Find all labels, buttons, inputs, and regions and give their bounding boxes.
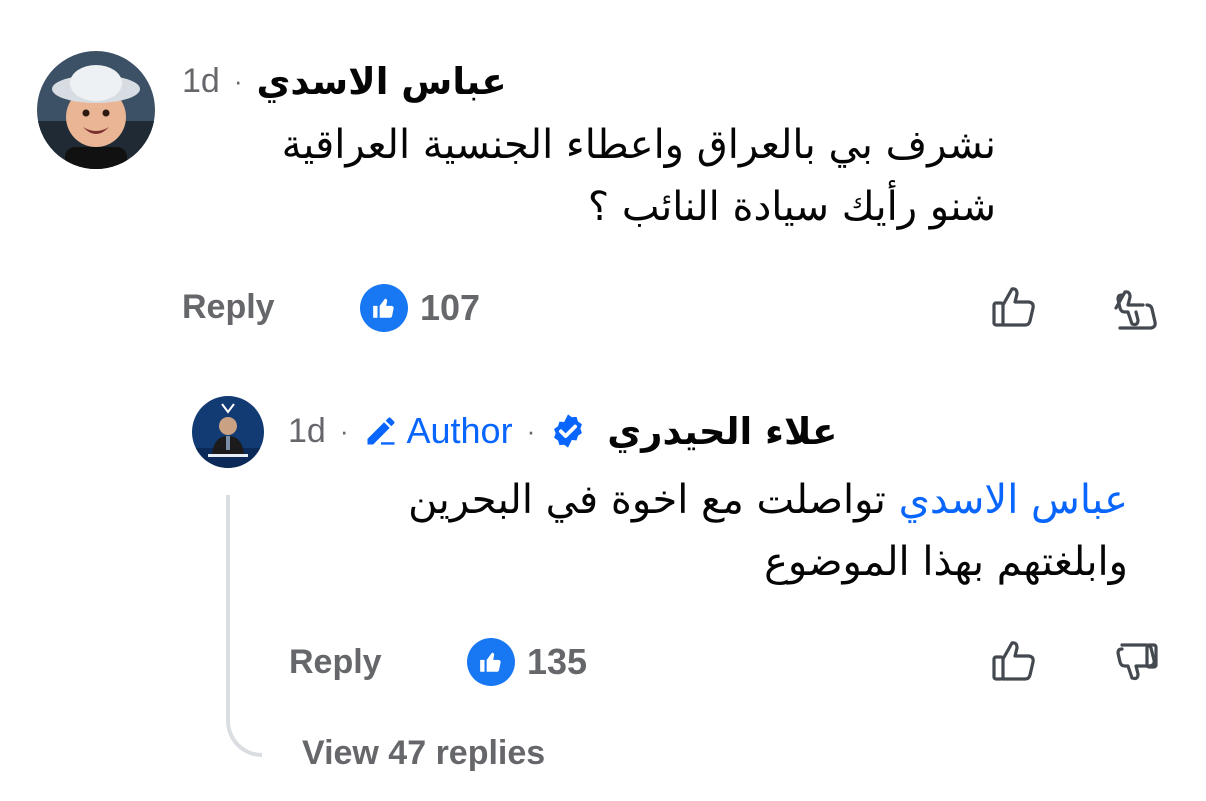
verified-badge-icon [549, 412, 587, 450]
reply-line-1-text: تواصلت مع اخوة في البحرين [408, 477, 899, 523]
like-reaction-icon [360, 284, 408, 332]
reply-author-name[interactable]: علاء الحيدري [607, 410, 837, 453]
comment-time: 1d [182, 61, 220, 100]
thumbs-down-icon[interactable] [1112, 286, 1160, 338]
reply-line-1: عباس الاسدي تواصلت مع اخوة في البحرين [408, 469, 1128, 531]
mention-link[interactable]: عباس الاسدي [899, 477, 1128, 523]
like-summary[interactable]: 107 [360, 284, 480, 332]
comment-line-2: شنو رأيك سيادة النائب ؟ [587, 184, 996, 230]
author-badge: Author [363, 410, 513, 452]
separator-dot: · [526, 415, 536, 446]
reply-line-2: وابلغتهم بهذا الموضوع [764, 539, 1128, 585]
thumbs-down-icon[interactable] [1112, 640, 1160, 692]
pencil-icon [367, 417, 394, 445]
thread-connector-line [226, 495, 262, 757]
like-summary[interactable]: 135 [467, 638, 587, 686]
reply-body: عباس الاسدي تواصلت مع اخوة في البحرين وا… [408, 469, 1128, 593]
reply-header: 1d · Author · علاء الحيدري [288, 407, 837, 455]
reply-button[interactable]: Reply [182, 288, 275, 327]
comment-body: نشرف بي بالعراق واعطاء الجنسية العراقية … [282, 114, 996, 238]
comment-author-name[interactable]: عباس الاسدي [257, 60, 507, 103]
reply-time: 1d [288, 411, 326, 450]
comment-line-1: نشرف بي بالعراق واعطاء الجنسية العراقية [281, 122, 996, 168]
view-replies-link[interactable]: View 47 replies [302, 734, 545, 773]
like-reaction-icon [467, 638, 515, 686]
comment-header: 1d · عباس الاسدي [182, 57, 507, 105]
separator-dot: · [339, 415, 349, 446]
thumbs-up-icon[interactable] [990, 283, 1038, 335]
author-badge-label: Author [406, 410, 513, 451]
thumbs-up-icon[interactable] [990, 637, 1038, 689]
like-count-value: 107 [420, 287, 481, 328]
like-count-value: 135 [527, 641, 588, 682]
reply-author-avatar[interactable] [192, 396, 264, 468]
separator-dot: · [233, 65, 243, 96]
commenter-avatar[interactable] [37, 51, 155, 169]
reply-button[interactable]: Reply [289, 643, 382, 682]
